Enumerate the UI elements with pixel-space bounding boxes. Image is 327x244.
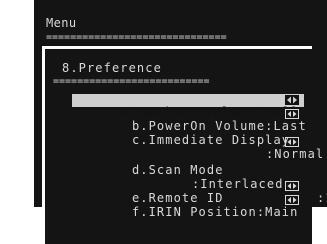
menu-item-label: f.IRIN Position:Main	[131, 205, 299, 219]
left-right-arrows-icon[interactable]	[285, 95, 299, 105]
menu-item-value: :Normal	[265, 147, 325, 161]
left-right-arrows-icon[interactable]	[285, 195, 299, 205]
menu-item-maximum-volume[interactable]: a.Maximum Volume :Off	[72, 94, 304, 118]
menu-item-value: :1	[316, 191, 327, 205]
screen: Menu ============================== 8.Pr…	[0, 0, 327, 244]
preference-separator: ==========================	[53, 77, 210, 87]
left-right-arrows-icon[interactable]	[285, 109, 299, 119]
menu-separator: ==============================	[46, 33, 227, 43]
menu-item-irin-position[interactable]: f.IRIN Position:Main	[82, 194, 298, 230]
preference-window: 8.Preference ========================== …	[42, 46, 327, 244]
left-right-arrows-icon[interactable]	[285, 137, 299, 147]
preference-title: 8.Preference	[62, 61, 162, 75]
menu-title: Menu	[46, 16, 77, 30]
left-right-arrows-icon[interactable]	[285, 181, 299, 191]
